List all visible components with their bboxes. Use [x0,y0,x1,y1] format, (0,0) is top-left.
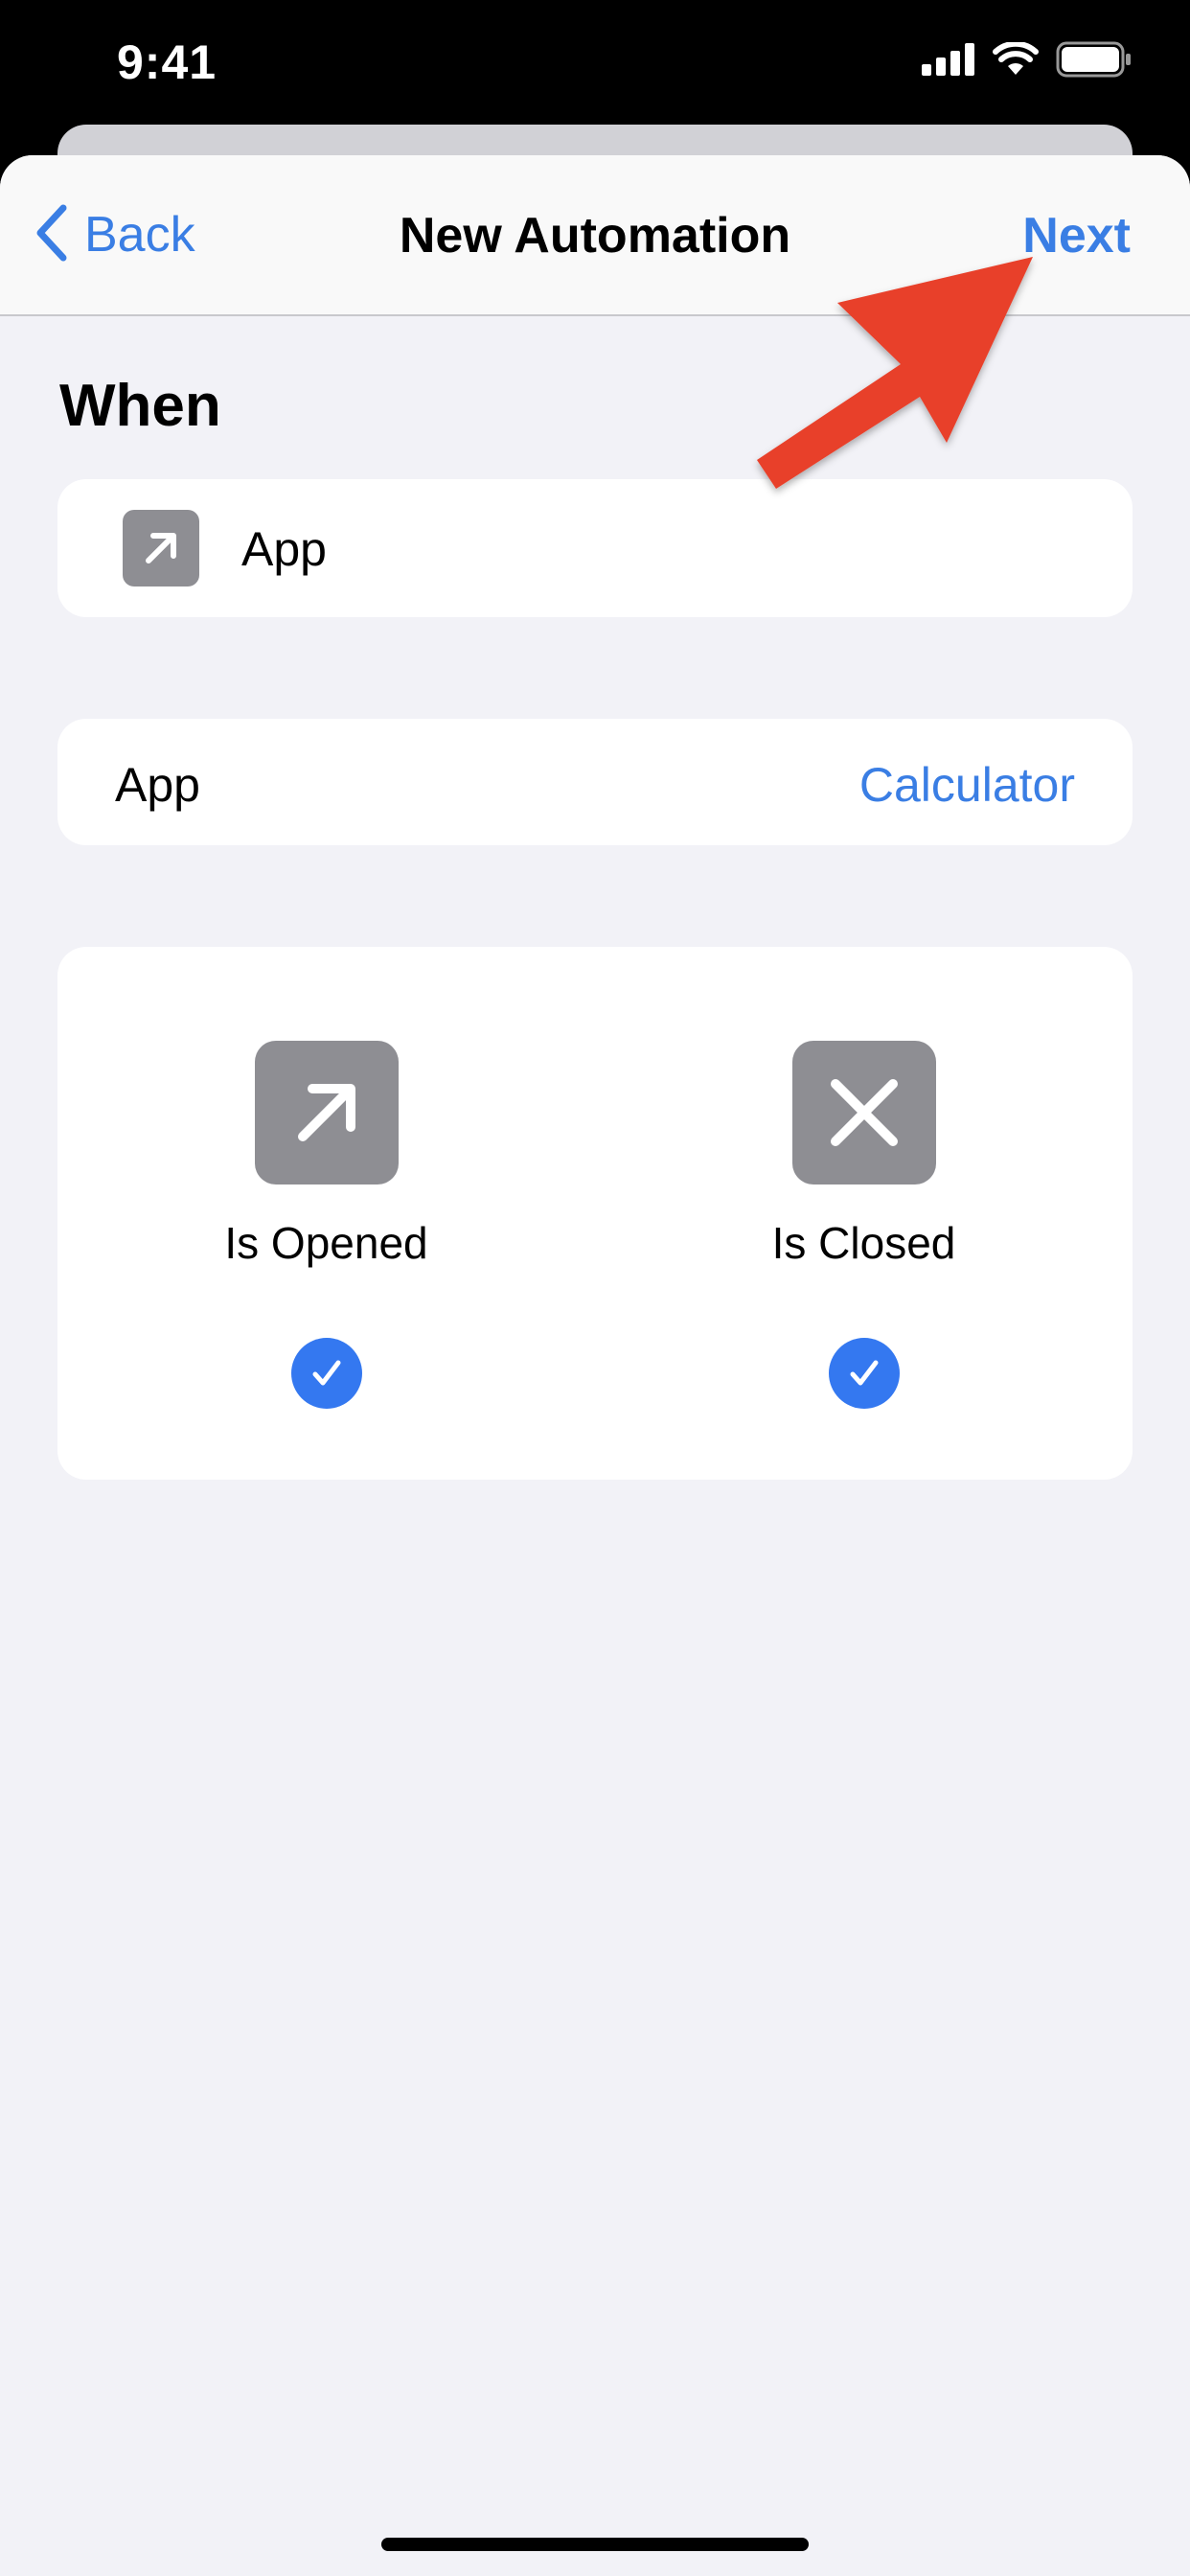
back-button[interactable]: Back [34,203,195,266]
arrow-up-right-icon [254,1041,399,1184]
checkmark-icon[interactable] [290,1338,362,1409]
battery-icon [1056,41,1133,82]
status-time: 9:41 [117,35,217,89]
option-label: Is Opened [224,1218,428,1268]
status-icons [922,40,1133,82]
option-is-closed[interactable]: Is Closed [595,947,1133,1480]
trigger-card: App [57,479,1133,617]
back-label: Back [84,207,195,263]
section-title-when: When [59,373,221,439]
automation-sheet: Back New Automation Next When App App Ca… [0,155,1190,2576]
option-is-opened[interactable]: Is Opened [57,947,595,1480]
navigation-bar: Back New Automation Next [0,155,1190,316]
checkmark-icon[interactable] [828,1338,900,1409]
trigger-label: App [241,522,327,576]
arrow-up-right-icon [123,510,199,586]
cellular-signal-icon [922,42,975,80]
option-label: Is Closed [771,1218,956,1268]
chevron-left-icon [34,204,69,266]
app-row-label: App [115,758,200,812]
app-row-value[interactable]: Calculator [859,757,1075,813]
wifi-icon [993,40,1039,81]
app-row[interactable]: App Calculator [57,719,1133,845]
next-button[interactable]: Next [1022,207,1131,264]
options-card: Is Opened Is Closed [57,947,1133,1480]
home-indicator [381,2538,809,2551]
x-mark-icon [791,1041,936,1184]
